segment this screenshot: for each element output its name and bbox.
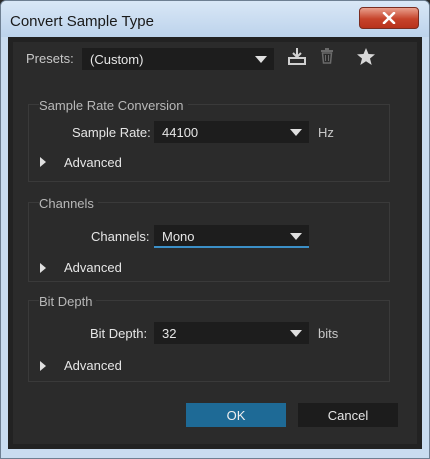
chevron-down-icon [255,56,267,63]
channels-dropdown[interactable]: Mono [154,225,309,248]
trash-icon[interactable] [320,48,334,64]
expand-arrow-icon[interactable] [40,263,46,273]
expand-arrow-icon[interactable] [40,361,46,371]
advanced-toggle[interactable]: Advanced [64,260,122,275]
close-icon [382,12,396,24]
download-icon[interactable] [288,47,306,65]
sample-rate-group: Sample Rate Conversion Sample Rate: 4410… [28,98,390,182]
presets-label: Presets: [26,51,74,66]
title-bar[interactable]: Convert Sample Type [1,1,429,37]
channels-group: Channels Channels: Mono Advanced [28,196,390,282]
bit-depth-value: 32 [162,326,177,341]
channels-value: Mono [162,229,195,244]
bit-depth-label: Bit Depth: [90,326,148,341]
advanced-toggle[interactable]: Advanced [64,155,122,170]
unit-label: bits [318,326,339,341]
sample-rate-value: 44100 [162,125,199,140]
unit-label: Hz [318,125,334,140]
chevron-down-icon [290,330,302,337]
dialog-window: Convert Sample Type Presets: (Custom) Sa… [0,0,430,459]
presets-dropdown[interactable]: (Custom) [82,48,274,70]
sample-rate-dropdown[interactable]: 44100 [154,121,309,143]
star-icon[interactable] [356,47,376,66]
expand-arrow-icon[interactable] [40,157,46,167]
dialog-body: Presets: (Custom) Sample Rate Conversion [8,37,422,449]
group-title: Bit Depth [39,294,97,309]
dialog-panel: Presets: (Custom) Sample Rate Conversion [13,42,417,444]
bit-depth-dropdown[interactable]: 32 [154,322,309,344]
chevron-down-icon [290,129,302,136]
bit-depth-group: Bit Depth Bit Depth: 32 bits Advanced [28,294,390,382]
advanced-toggle[interactable]: Advanced [64,358,122,373]
group-title: Sample Rate Conversion [39,98,188,113]
close-button[interactable] [359,7,419,29]
channels-label: Channels: [91,229,150,244]
window-title: Convert Sample Type [10,13,154,30]
ok-button[interactable]: OK [186,403,286,427]
sample-rate-label: Sample Rate: [72,125,151,140]
presets-value: (Custom) [90,52,144,67]
group-title: Channels [39,196,98,211]
chevron-down-icon [290,233,302,240]
cancel-button[interactable]: Cancel [298,403,398,427]
